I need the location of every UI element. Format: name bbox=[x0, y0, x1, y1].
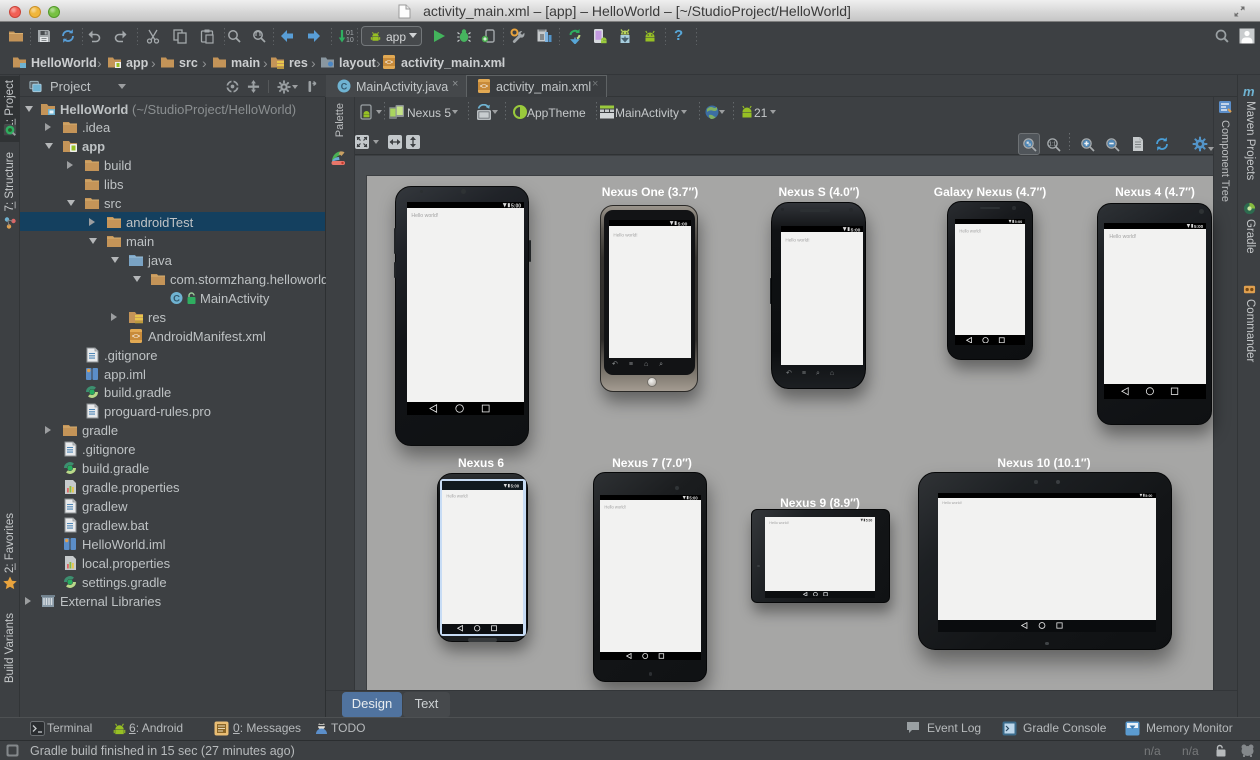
svg-text:5:00: 5:00 bbox=[511, 203, 521, 208]
svg-text:10: 10 bbox=[346, 37, 354, 44]
svg-text:Hello world!: Hello world! bbox=[411, 213, 438, 219]
svg-text:<>: <> bbox=[480, 84, 488, 91]
svg-text:5:00: 5:00 bbox=[511, 483, 520, 488]
svg-text:Hello world!: Hello world! bbox=[604, 504, 625, 509]
svg-text:Hello world!: Hello world! bbox=[959, 228, 980, 233]
svg-text:5:00: 5:00 bbox=[678, 221, 688, 226]
svg-text:Hello world!: Hello world! bbox=[1109, 234, 1136, 240]
svg-text:5:00: 5:00 bbox=[1194, 224, 1204, 229]
svg-text:Hello world!: Hello world! bbox=[769, 521, 788, 525]
svg-text:C: C bbox=[341, 82, 348, 92]
svg-text:C: C bbox=[173, 294, 180, 305]
svg-text:<>: <> bbox=[385, 60, 393, 67]
svg-text:<>: <> bbox=[132, 334, 140, 341]
svg-text:5:00: 5:00 bbox=[865, 518, 872, 522]
svg-text:5:00: 5:00 bbox=[850, 227, 860, 232]
svg-text:01: 01 bbox=[346, 30, 354, 37]
svg-text:5:00: 5:00 bbox=[1145, 494, 1152, 498]
svg-text:1:1: 1:1 bbox=[1049, 142, 1056, 148]
svg-text:Hello world!: Hello world! bbox=[785, 237, 809, 242]
svg-text:5:00: 5:00 bbox=[690, 496, 699, 501]
svg-text:Hello world!: Hello world! bbox=[446, 493, 467, 498]
svg-text:Hello world!: Hello world! bbox=[942, 501, 961, 505]
svg-text:Hello world!: Hello world! bbox=[613, 232, 637, 237]
svg-text:5:00: 5:00 bbox=[1015, 220, 1023, 224]
